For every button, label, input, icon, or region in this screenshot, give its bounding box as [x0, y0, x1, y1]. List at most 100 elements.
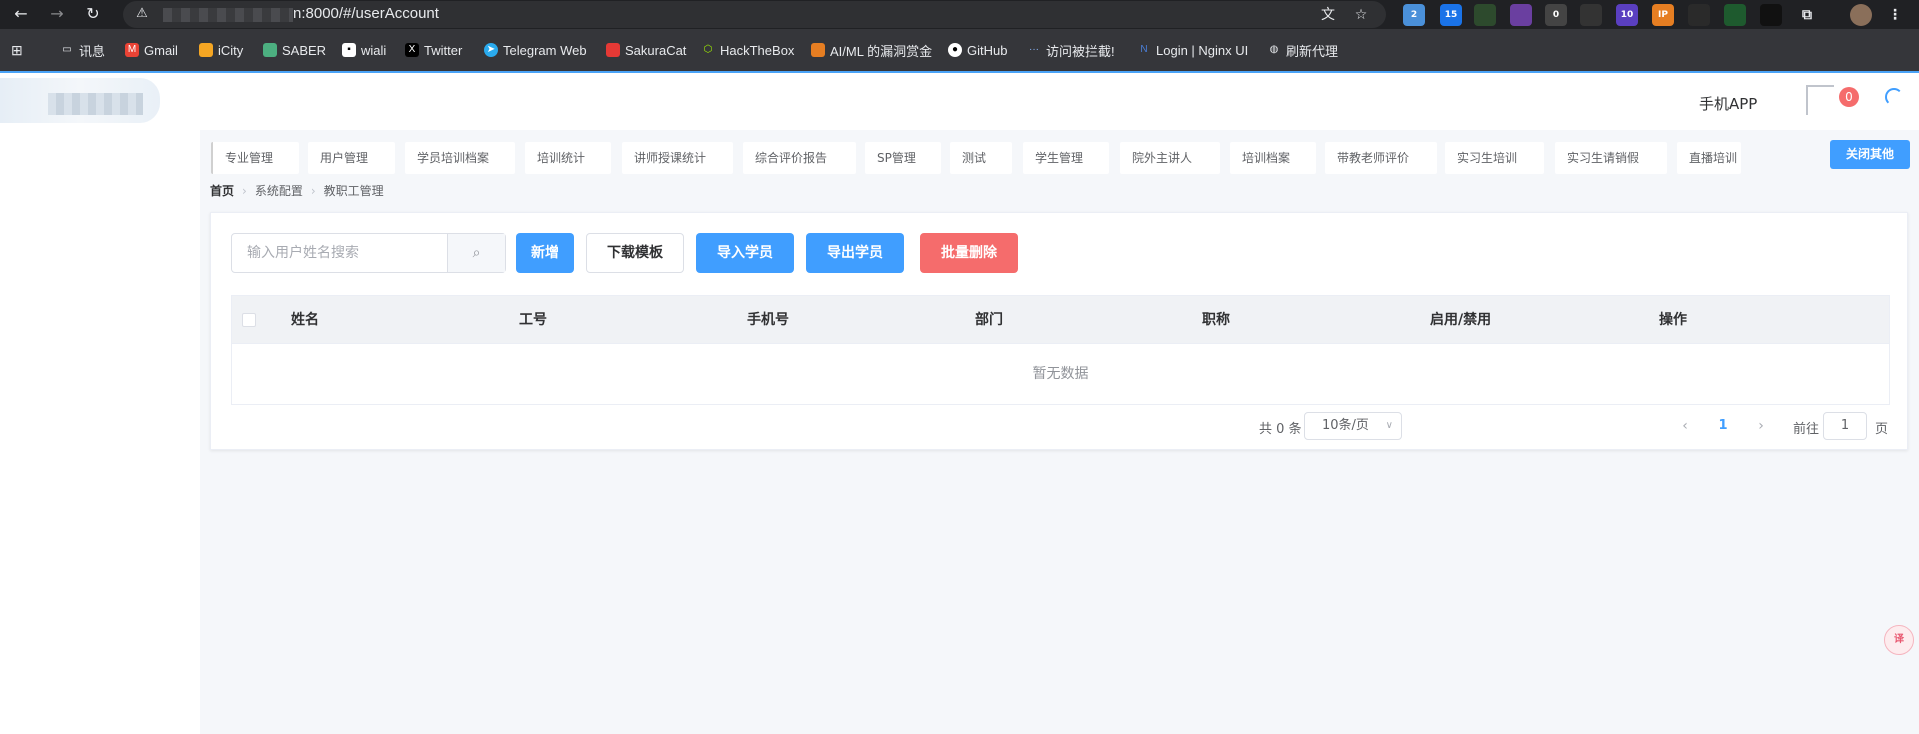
extension-icon[interactable] [1724, 4, 1746, 26]
next-page-icon[interactable]: › [1751, 416, 1771, 436]
tab-item[interactable]: 用户管理 [308, 142, 395, 174]
goto-page-input[interactable]: 1 [1823, 412, 1867, 440]
column-header: 职称 [1202, 312, 1230, 328]
huntr-icon [811, 43, 825, 57]
tab-item[interactable]: SP管理 [865, 142, 941, 174]
bookmark-item[interactable]: iCity [199, 39, 243, 61]
extension-icon[interactable] [1580, 4, 1602, 26]
column-header: 姓名 [291, 312, 319, 328]
bookmark-item[interactable]: M Gmail [125, 39, 178, 61]
batch-delete-button[interactable]: 批量删除 [920, 233, 1018, 273]
bookmark-item[interactable]: SakuraCat [606, 39, 686, 61]
breadcrumb-home[interactable]: 首页 [210, 182, 234, 199]
warning-icon[interactable]: ⚠ [133, 5, 151, 23]
extension-icon[interactable]: 2 [1403, 4, 1425, 26]
mobile-app-link[interactable]: 手机APP [1699, 93, 1757, 114]
bookmark-item[interactable]: ➤ Telegram Web [484, 39, 587, 61]
close-others-button[interactable]: 关闭其他 [1830, 140, 1910, 169]
goto-label: 前往 [1793, 422, 1820, 437]
bookmark-item[interactable]: ··· 访问被拦截! [1027, 39, 1115, 61]
gmail-icon: M [125, 43, 139, 57]
download-template-button[interactable]: 下载模板 [586, 233, 684, 273]
extension-icon[interactable]: 15 [1440, 4, 1462, 26]
tab-item[interactable]: 讲师授课统计 [622, 142, 733, 174]
dots-icon: ··· [1029, 44, 1039, 55]
extension-icon[interactable]: 0 [1545, 4, 1567, 26]
extension-icon[interactable] [1688, 4, 1710, 26]
column-header: 手机号 [747, 312, 789, 328]
page-number[interactable]: 1 [1713, 416, 1733, 436]
translate-icon[interactable]: 文 [1318, 5, 1338, 25]
sakuracat-icon [606, 43, 620, 57]
tab-item[interactable]: 学生管理 [1023, 142, 1109, 174]
back-arrow-icon[interactable]: ← [9, 2, 33, 26]
tab-item[interactable]: 专业管理 [211, 142, 299, 174]
tab-item[interactable]: 实习生培训 [1445, 142, 1544, 174]
x-icon: X [405, 43, 419, 57]
forward-arrow-icon[interactable]: → [45, 2, 69, 26]
page-size-select[interactable]: 10条/页 ∨ [1304, 412, 1402, 440]
profile-avatar[interactable] [1850, 4, 1872, 26]
notification-badge[interactable]: 0 [1839, 87, 1859, 107]
tab-item[interactable]: 学员培训档案 [405, 142, 515, 174]
tab-item[interactable]: 测试 [950, 142, 1012, 174]
data-table: 姓名 工号 手机号 部门 职称 启用/禁用 操作 暂无数据 [231, 295, 1890, 405]
pagination-total: 共 0 条 [1259, 422, 1302, 437]
url-redacted [163, 8, 293, 22]
column-header: 启用/禁用 [1430, 312, 1492, 328]
bookmark-item[interactable]: AI/ML 的漏洞赏金 [811, 39, 932, 61]
search-input[interactable] [232, 234, 447, 272]
import-button[interactable]: 导入学员 [696, 233, 794, 273]
chevron-right-icon: › [242, 183, 247, 198]
address-bar[interactable]: ⚠ n:8000/#/userAccount 文 ☆ [123, 1, 1386, 28]
tab-item[interactable]: 培训档案 [1230, 142, 1316, 174]
breadcrumb-current: 教职工管理 [323, 184, 384, 198]
add-button[interactable]: 新增 [516, 233, 574, 273]
bookmark-item[interactable]: X Twitter [405, 39, 462, 61]
prev-page-icon[interactable]: ‹ [1675, 416, 1695, 436]
export-button[interactable]: 导出学员 [806, 233, 904, 273]
column-header: 工号 [519, 312, 547, 328]
bookmark-item[interactable]: ● GitHub [948, 39, 1007, 61]
breadcrumb-item[interactable]: 系统配置 [255, 182, 303, 199]
bookmark-item[interactable]: ▪ wiali [342, 39, 386, 61]
tab-item[interactable]: 培训统计 [525, 142, 611, 174]
reload-icon[interactable]: ↻ [81, 2, 105, 26]
logo-redacted [48, 93, 143, 115]
bookmark-item[interactable]: N Login | Nginx UI [1137, 39, 1248, 61]
url-text: n:8000/#/userAccount [293, 5, 439, 22]
tab-item[interactable]: 带教老师评价 [1325, 142, 1437, 174]
sidebar [0, 130, 200, 734]
bookmark-item[interactable]: ◍ 刷新代理 [1267, 39, 1338, 61]
extension-icon[interactable]: 10 [1616, 4, 1638, 26]
puzzle-icon[interactable]: ⧉ [1796, 4, 1818, 26]
chevron-right-icon: › [310, 183, 316, 198]
extension-icon[interactable] [1474, 4, 1496, 26]
globe-icon: ◍ [1269, 44, 1279, 55]
extension-icon[interactable] [1760, 4, 1782, 26]
tab-item[interactable]: 实习生请销假 [1555, 142, 1667, 174]
extension-icon[interactable] [1510, 4, 1532, 26]
bookmark-item[interactable]: ▭ 讯息 [60, 39, 105, 61]
main-content: 专业管理 用户管理 学员培训档案 培训统计 讲师授课统计 综合评价报告 SP管理… [200, 130, 1919, 734]
select-all-checkbox[interactable] [242, 313, 256, 327]
bookmark-item[interactable]: ⬡ HackTheBox [701, 39, 795, 61]
browser-toolbar: ← → ↻ ⚠ n:8000/#/userAccount 文 ☆ 2 15 0 … [0, 0, 1919, 29]
tab-item[interactable]: 直播培训 [1677, 142, 1741, 174]
menu-icon[interactable]: ⋮ [1884, 4, 1906, 26]
github-icon: ● [948, 43, 962, 57]
goto-suffix: 页 [1875, 422, 1889, 437]
translate-float-icon[interactable]: 译 [1884, 625, 1914, 655]
search-button[interactable]: ⌕ [447, 234, 505, 272]
search-box: ⌕ [231, 233, 506, 273]
star-icon[interactable]: ☆ [1351, 5, 1371, 25]
extension-icon[interactable]: IP [1652, 4, 1674, 26]
avatar[interactable] [1806, 85, 1834, 115]
tab-item[interactable]: 综合评价报告 [743, 142, 856, 174]
wiali-icon: ▪ [342, 43, 356, 57]
nginx-icon: N [1140, 44, 1148, 55]
bookmark-item[interactable]: SABER [263, 39, 326, 61]
apps-grid-icon[interactable]: ⊞ [11, 39, 23, 61]
table-header: 姓名 工号 手机号 部门 职称 启用/禁用 操作 [232, 296, 1889, 344]
tab-item[interactable]: 院外主讲人 [1120, 142, 1220, 174]
